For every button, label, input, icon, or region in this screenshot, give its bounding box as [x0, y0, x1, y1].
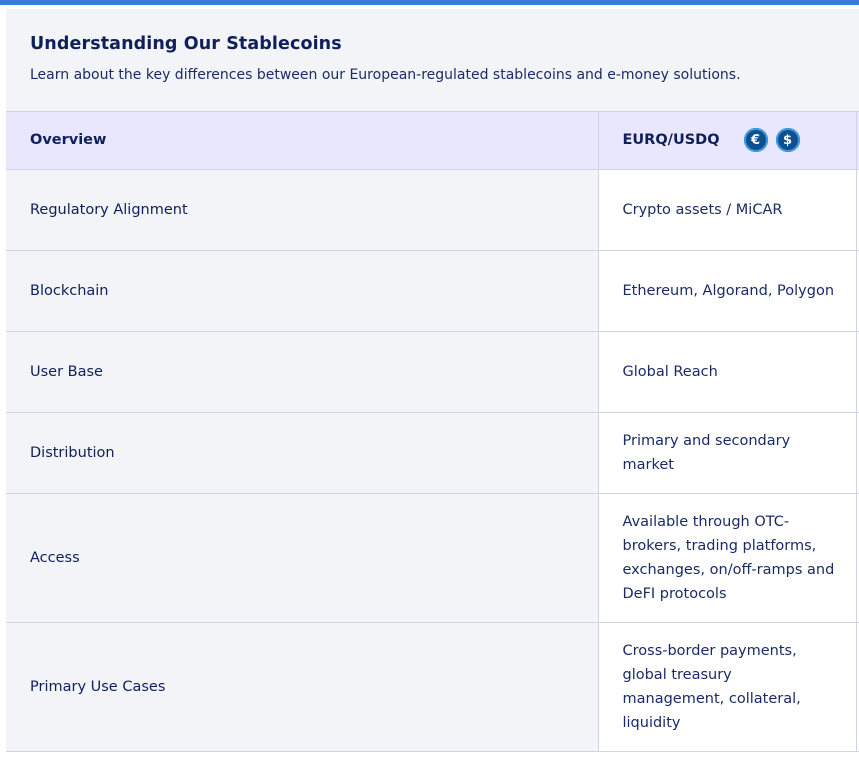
table-row: Access Available through OTC-brokers, tr… — [6, 493, 859, 623]
row-value: Crypto assets / MiCAR — [598, 169, 857, 251]
dollar-coin-icon: $ — [775, 128, 800, 153]
row-value: Ethereum, Algorand, Polygon — [598, 250, 857, 332]
row-label: Regulatory Alignment — [6, 169, 599, 251]
top-accent-bar — [0, 0, 859, 5]
overview-header: Overview — [6, 112, 599, 170]
row-label: Primary Use Cases — [6, 622, 599, 752]
table-row: Primary Use Cases Cross-border payments,… — [6, 622, 859, 752]
row-value: Primary and secondary market — [598, 412, 857, 494]
table-header-row: Overview EURQ/USDQ € $ — [6, 112, 859, 170]
section-title: Understanding Our Stablecoins — [30, 34, 342, 54]
table-row: User Base Global Reach — [6, 331, 859, 413]
row-label: User Base — [6, 331, 599, 413]
section-subtitle: Learn about the key differences between … — [30, 67, 741, 83]
eurq-usdq-header: EURQ/USDQ € $ — [598, 112, 857, 170]
row-label: Access — [6, 493, 599, 623]
row-value: Cross-border payments, global treasury m… — [598, 622, 857, 752]
euro-coin-icon: € — [743, 128, 768, 153]
table-row: Blockchain Ethereum, Algorand, Polygon — [6, 250, 859, 332]
row-label: Blockchain — [6, 250, 599, 332]
table-row: Regulatory Alignment Crypto assets / MiC… — [6, 169, 859, 251]
comparison-table: Overview EURQ/USDQ € $ Regulatory Alignm… — [6, 112, 859, 752]
intro-section: Understanding Our Stablecoins Learn abou… — [6, 9, 859, 112]
row-value: Available through OTC-brokers, trading p… — [598, 493, 857, 623]
row-value: Global Reach — [598, 331, 857, 413]
table-row: Distribution Primary and secondary marke… — [6, 412, 859, 494]
row-label: Distribution — [6, 412, 599, 494]
eurq-usdq-header-label: EURQ/USDQ — [622, 132, 720, 149]
